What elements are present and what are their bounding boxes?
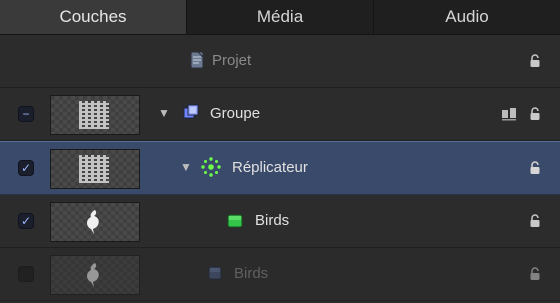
lock-icon[interactable] — [526, 265, 544, 283]
thumbnail-content — [51, 150, 139, 188]
disclosure-triangle-icon[interactable]: ▼ — [180, 160, 194, 174]
mixed-mark-icon: − — [22, 107, 30, 121]
layer-visibility-checkbox[interactable] — [18, 266, 34, 282]
lock-icon[interactable] — [526, 159, 544, 177]
row-actions — [526, 158, 544, 178]
row-actions — [526, 211, 544, 231]
replicator-pattern — [79, 155, 109, 183]
layers-panel: Couches Média Audio Projet − ▼ Groupe ✓ … — [0, 0, 560, 303]
row-actions — [500, 104, 544, 124]
layer-row-birds[interactable]: ✓ Birds — [0, 195, 560, 248]
layer-row-groupe[interactable]: − ▼ Groupe — [0, 88, 560, 141]
layer-visibility-checkbox[interactable]: − — [18, 106, 34, 122]
layers-list: Projet − ▼ Groupe ✓ ▼ Réplicateur ✓ Bird… — [0, 35, 560, 301]
layer-row-birds-dimmed[interactable]: Birds — [0, 248, 560, 301]
bird-silhouette-icon — [87, 210, 99, 234]
checkmark-icon: ✓ — [20, 161, 32, 175]
thumbnail-content — [51, 96, 139, 134]
layer-row-replicateur[interactable]: ✓ ▼ Réplicateur — [0, 141, 560, 195]
lock-icon[interactable] — [526, 52, 544, 70]
layer-label: Groupe — [210, 105, 261, 122]
group-layer-icon — [183, 104, 199, 119]
tab-media[interactable]: Média — [187, 0, 374, 34]
tab-label: Audio — [445, 7, 489, 26]
bird-silhouette-icon — [87, 263, 99, 287]
replicator-pattern — [79, 101, 109, 129]
tab-bar: Couches Média Audio — [0, 0, 560, 35]
alignment-icon[interactable] — [500, 105, 518, 123]
tab-audio[interactable]: Audio — [374, 0, 560, 34]
layer-thumbnail — [50, 202, 140, 242]
layer-label: Réplicateur — [232, 159, 308, 176]
shape-square-icon — [227, 214, 243, 228]
layer-row-projet[interactable]: Projet — [0, 35, 560, 88]
layer-visibility-checkbox[interactable]: ✓ — [18, 213, 34, 229]
lock-icon[interactable] — [526, 105, 544, 123]
layer-thumbnail — [50, 149, 140, 189]
layer-label: Projet — [212, 52, 252, 69]
layer-label: Birds — [255, 212, 290, 229]
tab-label: Média — [256, 7, 304, 26]
disclosure-triangle-icon[interactable]: ▼ — [158, 106, 172, 120]
shape-square-icon — [208, 266, 222, 280]
tab-couches[interactable]: Couches — [0, 0, 187, 34]
row-actions — [526, 264, 544, 284]
layer-thumbnail — [50, 255, 140, 295]
lock-icon[interactable] — [526, 212, 544, 230]
layer-label: Birds — [234, 265, 269, 282]
row-actions — [526, 51, 544, 71]
checkmark-icon: ✓ — [20, 214, 32, 228]
replicator-icon — [201, 157, 221, 177]
layer-visibility-checkbox[interactable]: ✓ — [18, 160, 34, 176]
project-file-icon — [190, 51, 204, 69]
tab-label: Couches — [59, 7, 127, 26]
layer-thumbnail — [50, 95, 140, 135]
